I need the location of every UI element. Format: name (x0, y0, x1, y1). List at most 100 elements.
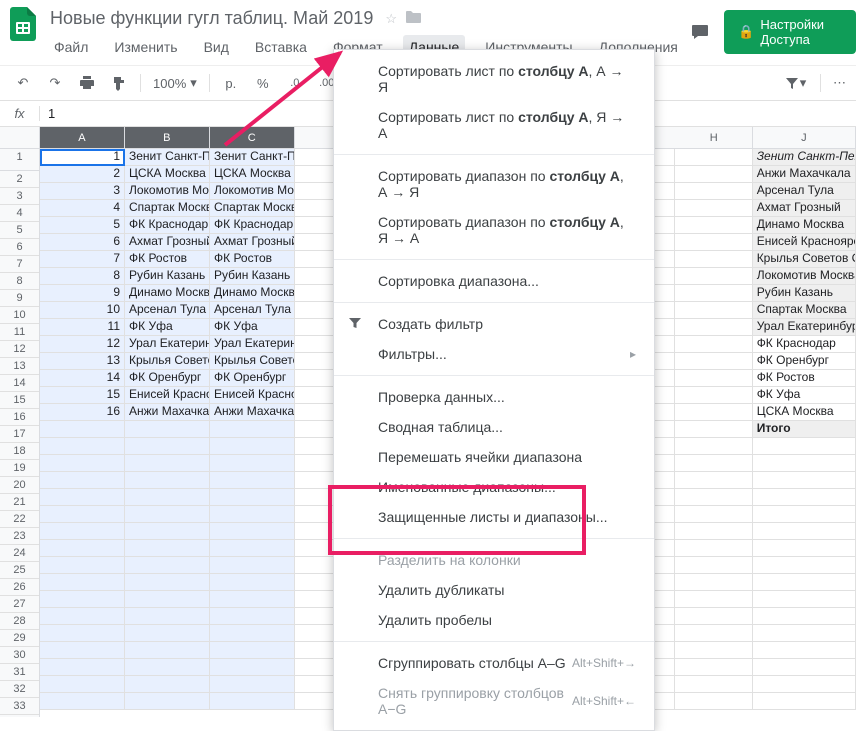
cell[interactable]: 2 (40, 166, 125, 183)
col-C[interactable]: C (210, 127, 295, 149)
cell[interactable] (753, 659, 856, 676)
cell[interactable] (753, 557, 856, 574)
cell[interactable] (675, 149, 752, 166)
cell[interactable] (675, 489, 752, 506)
cell[interactable] (210, 659, 295, 676)
cell[interactable] (40, 676, 125, 693)
decrease-decimal-button[interactable]: .0 (282, 70, 308, 96)
redo-icon[interactable]: ↷ (42, 70, 68, 96)
cell[interactable] (675, 659, 752, 676)
cell[interactable] (210, 693, 295, 710)
cell[interactable] (125, 693, 210, 710)
cell[interactable]: Арсенал Тула (125, 302, 210, 319)
cell[interactable]: Крылья Советов (125, 353, 210, 370)
cell[interactable] (675, 455, 752, 472)
row-header[interactable]: 28 (0, 613, 39, 630)
cell[interactable] (125, 421, 210, 438)
menu-view[interactable]: Вид (198, 35, 235, 59)
currency-button[interactable]: р. (218, 70, 244, 96)
cell[interactable] (675, 608, 752, 625)
cell[interactable] (675, 302, 752, 319)
cell[interactable]: 10 (40, 302, 125, 319)
row-header[interactable]: 11 (0, 324, 39, 341)
cell[interactable]: Динамо Москва (210, 285, 295, 302)
cell[interactable]: ФК Краснодар (210, 217, 295, 234)
cell[interactable] (210, 574, 295, 591)
cell[interactable] (210, 557, 295, 574)
cell[interactable] (125, 472, 210, 489)
cell[interactable] (210, 489, 295, 506)
cell[interactable]: Локомотив Москва (125, 183, 210, 200)
cell[interactable] (753, 438, 856, 455)
cell[interactable] (40, 608, 125, 625)
menu-trim-spaces[interactable]: Удалить пробелы (334, 605, 654, 635)
cell[interactable]: ФК Ростов (210, 251, 295, 268)
cell[interactable]: 3 (40, 183, 125, 200)
cell[interactable] (675, 251, 752, 268)
row-header[interactable]: 32 (0, 681, 39, 698)
menu-group[interactable]: Сгруппировать столбцы A–GAlt+Shift+→ (334, 648, 654, 678)
cell[interactable] (675, 166, 752, 183)
cell[interactable]: ФК Краснодар (125, 217, 210, 234)
cell[interactable] (753, 591, 856, 608)
cell[interactable]: ЦСКА Москва (125, 166, 210, 183)
cell[interactable] (753, 693, 856, 710)
cell[interactable] (675, 234, 752, 251)
toolbar-more-icon[interactable]: ⋯ (833, 70, 846, 96)
row-header[interactable]: 19 (0, 460, 39, 477)
row-header[interactable]: 22 (0, 511, 39, 528)
cell[interactable]: Ахмат Грозный (125, 234, 210, 251)
cell[interactable]: ФК Оренбург (753, 353, 856, 370)
cell[interactable] (40, 540, 125, 557)
row-header[interactable]: 29 (0, 630, 39, 647)
cell[interactable] (753, 608, 856, 625)
row-header[interactable]: 23 (0, 528, 39, 545)
menu-randomize[interactable]: Перемешать ячейки диапазона (334, 442, 654, 472)
cell[interactable]: 7 (40, 251, 125, 268)
cell[interactable] (125, 659, 210, 676)
cell[interactable] (675, 200, 752, 217)
col-A[interactable]: A (40, 127, 125, 149)
menu-insert[interactable]: Вставка (249, 35, 313, 59)
cell[interactable] (753, 506, 856, 523)
cell[interactable] (675, 523, 752, 540)
row-header[interactable]: 30 (0, 647, 39, 664)
cell[interactable] (210, 421, 295, 438)
row-header[interactable]: 16 (0, 409, 39, 426)
cell[interactable] (210, 540, 295, 557)
cell[interactable]: 8 (40, 268, 125, 285)
cell[interactable]: Рубин Казань (753, 285, 856, 302)
undo-icon[interactable]: ↶ (10, 70, 36, 96)
cell[interactable] (753, 676, 856, 693)
row-header[interactable]: 14 (0, 375, 39, 392)
cell[interactable] (210, 591, 295, 608)
row-header[interactable]: 20 (0, 477, 39, 494)
cell[interactable] (125, 489, 210, 506)
row-header[interactable]: 25 (0, 562, 39, 579)
menu-data-validation[interactable]: Проверка данных... (334, 382, 654, 412)
cell[interactable] (40, 557, 125, 574)
cell[interactable] (753, 540, 856, 557)
cell[interactable] (675, 540, 752, 557)
menu-named-ranges[interactable]: Именованные диапазоны... (334, 472, 654, 502)
cell[interactable]: Анжи Махачкала (753, 166, 856, 183)
row-header[interactable]: 7 (0, 256, 39, 273)
cell[interactable] (40, 438, 125, 455)
cell[interactable] (125, 625, 210, 642)
cell[interactable]: Ахмат Грозный (210, 234, 295, 251)
cell[interactable] (125, 608, 210, 625)
cell[interactable] (40, 506, 125, 523)
cell[interactable]: Спартак Москва (210, 200, 295, 217)
filter-icon[interactable]: ▾ (782, 70, 808, 96)
cell[interactable]: Рубин Казань (125, 268, 210, 285)
cell[interactable]: ФК Ростов (125, 251, 210, 268)
cell[interactable] (125, 506, 210, 523)
cell[interactable] (125, 540, 210, 557)
row-header[interactable]: 26 (0, 579, 39, 596)
menu-create-filter[interactable]: Создать фильтр (334, 309, 654, 339)
menu-pivot[interactable]: Сводная таблица... (334, 412, 654, 442)
cell[interactable]: ФК Ростов (753, 370, 856, 387)
row-header[interactable]: 31 (0, 664, 39, 681)
cell[interactable] (753, 642, 856, 659)
cell[interactable]: 1 (40, 149, 125, 166)
